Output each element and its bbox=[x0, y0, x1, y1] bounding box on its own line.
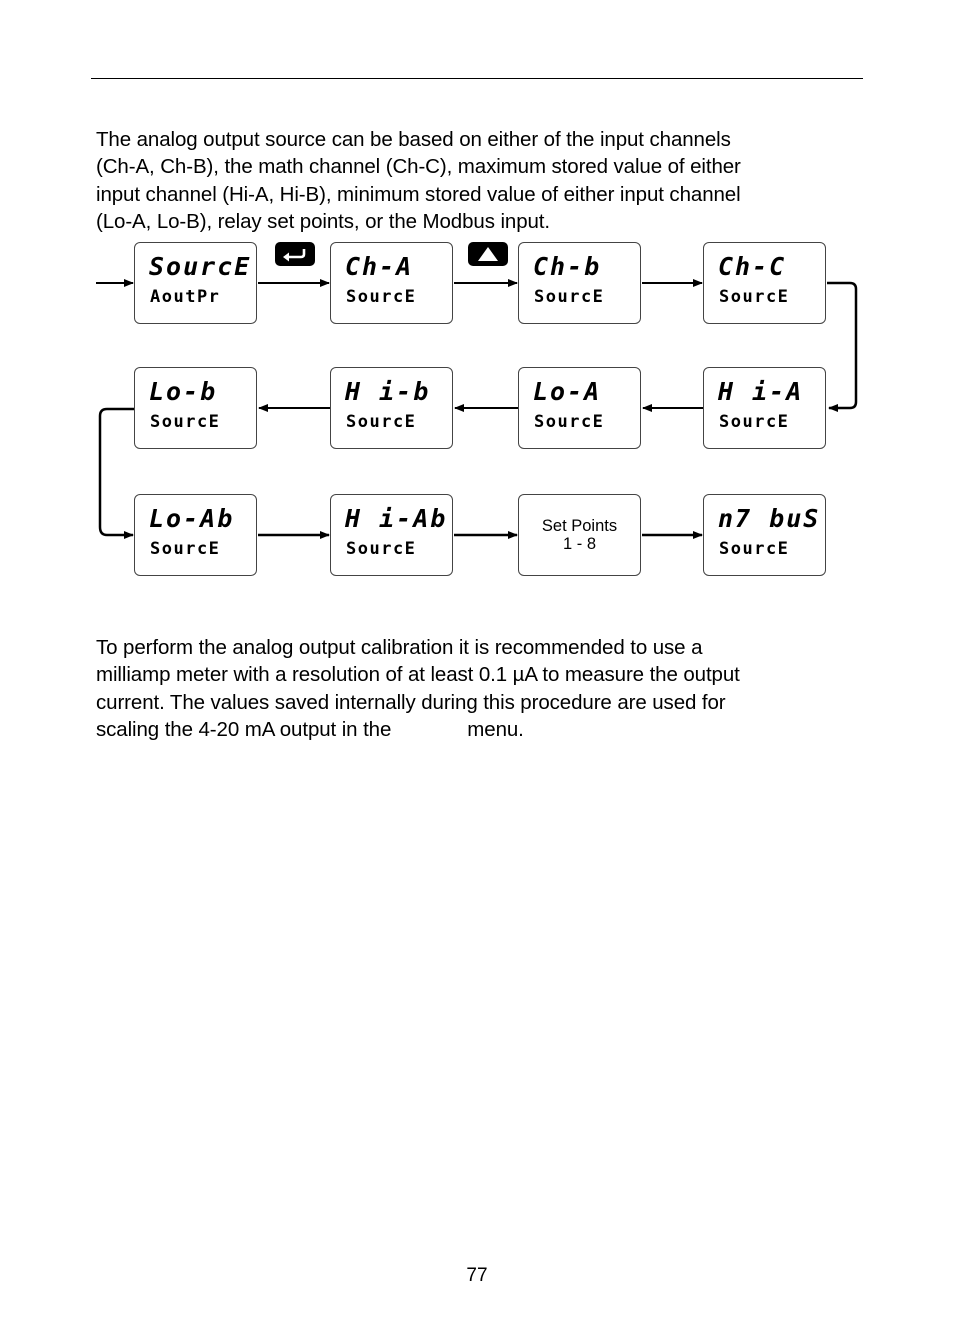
display-box-ch-c: Ch-C SourcE bbox=[703, 242, 826, 324]
display-line-1: H i-A bbox=[718, 377, 804, 406]
display-line-2: SourcE bbox=[346, 539, 417, 559]
display-line-2: SourcE bbox=[719, 412, 790, 432]
display-line-1: Ch-C bbox=[718, 252, 787, 281]
enter-key-icon bbox=[275, 242, 315, 266]
display-line-1: H i-Ab bbox=[345, 504, 448, 533]
display-line-2: AoutPr bbox=[150, 287, 221, 307]
set-points-box: Set Points 1 - 8 bbox=[518, 494, 641, 576]
display-box-lo-b: Lo-b SourcE bbox=[134, 367, 257, 449]
display-box-modbus: n7 buS SourcE bbox=[703, 494, 826, 576]
display-line-2: SourcE bbox=[150, 539, 221, 559]
arrow-lob-to-loab bbox=[98, 407, 134, 539]
set-points-label: Set Points bbox=[541, 517, 618, 535]
display-line-1: Lo-b bbox=[149, 377, 218, 406]
up-key-icon bbox=[468, 242, 508, 266]
display-line-2: SourcE bbox=[719, 539, 790, 559]
display-line-2: SourcE bbox=[719, 287, 790, 307]
display-box-hi-b: H i-b SourcE bbox=[330, 367, 453, 449]
display-line-2: SourcE bbox=[150, 412, 221, 432]
display-box-hi-ab: H i-Ab SourcE bbox=[330, 494, 453, 576]
display-box-ch-b: Ch-b SourcE bbox=[518, 242, 641, 324]
display-line-1: H i-b bbox=[345, 377, 431, 406]
display-line-1: Ch-b bbox=[533, 252, 602, 281]
display-line-1: Lo-A bbox=[533, 377, 602, 406]
display-line-2: SourcE bbox=[534, 287, 605, 307]
display-line-1: SourcE bbox=[149, 252, 252, 281]
page-number: 77 bbox=[466, 1265, 488, 1286]
display-box-lo-ab: Lo-Ab SourcE bbox=[134, 494, 257, 576]
display-line-2: SourcE bbox=[346, 412, 417, 432]
calibration-tail: menu. bbox=[467, 717, 524, 741]
calibration-line: To perform the analog output calibration… bbox=[96, 636, 703, 659]
display-box-source-aoutpr: SourcE AoutPr bbox=[134, 242, 257, 324]
display-line-1: Ch-A bbox=[345, 252, 414, 281]
calibration-line: milliamp meter with a resolution of at l… bbox=[96, 663, 740, 687]
set-points-range: 1 - 8 bbox=[562, 535, 597, 553]
display-box-ch-a: Ch-A SourcE bbox=[330, 242, 453, 324]
calibration-line: current. The values saved internally dur… bbox=[96, 690, 726, 714]
display-box-lo-a: Lo-A SourcE bbox=[518, 367, 641, 449]
display-line-1: Lo-Ab bbox=[149, 504, 235, 533]
display-line-1: n7 buS bbox=[718, 504, 821, 533]
display-line-2: SourcE bbox=[346, 287, 417, 307]
display-box-hi-a: H i-A SourcE bbox=[703, 367, 826, 449]
calibration-line: scaling the 4-20 mA output in the bbox=[96, 717, 392, 741]
calibration-paragraph: To perform the analog output calibration… bbox=[96, 634, 866, 743]
display-line-2: SourcE bbox=[534, 412, 605, 432]
arrow-chc-to-hia bbox=[827, 281, 858, 412]
